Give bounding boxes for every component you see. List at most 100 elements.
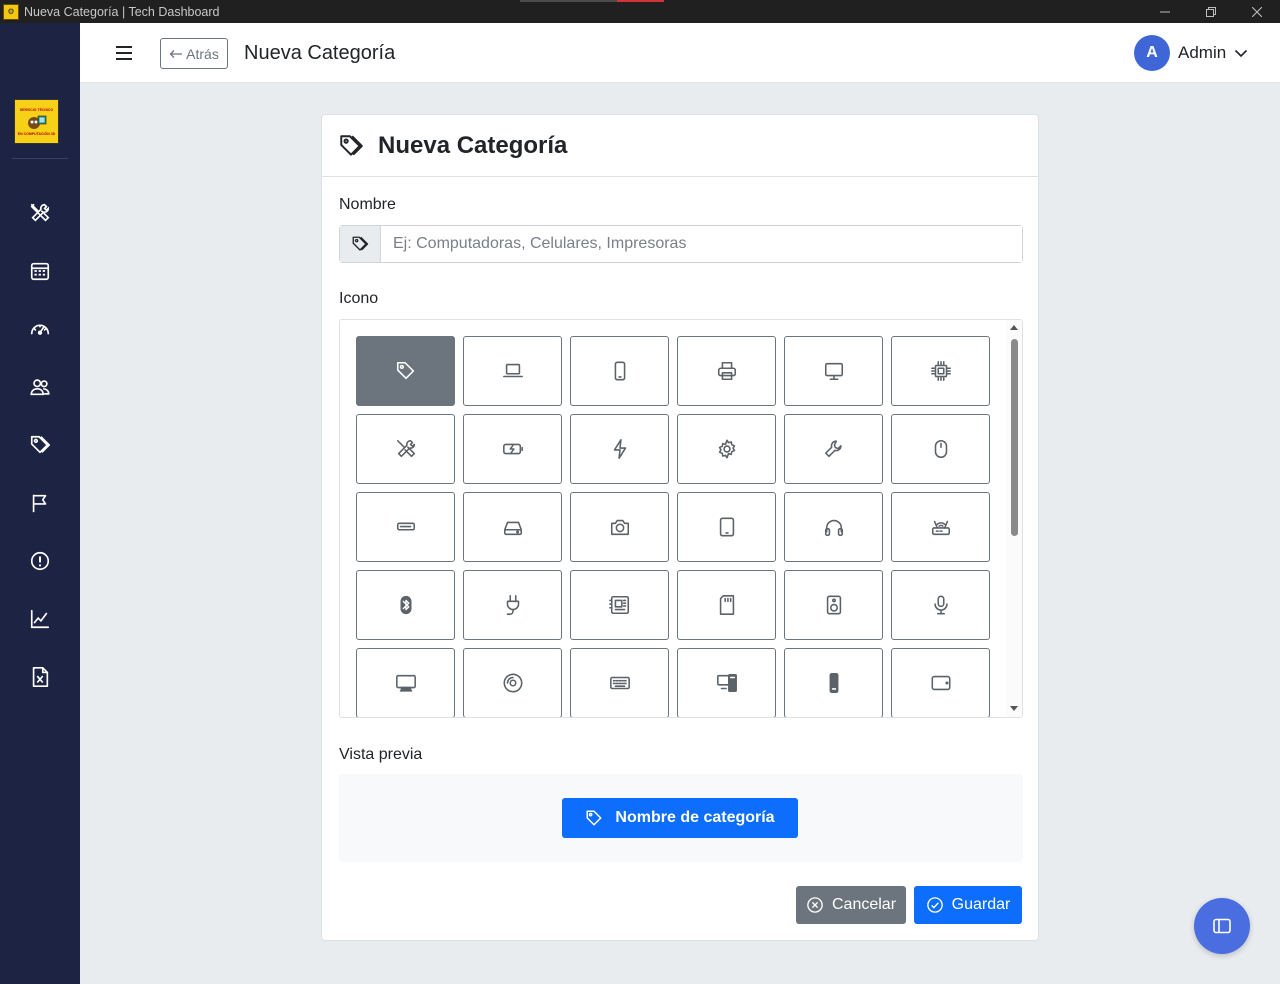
close-window-button[interactable]: [1234, 0, 1280, 23]
category-name-input[interactable]: [381, 226, 1022, 262]
wrench-icon: [824, 440, 842, 458]
icon-option-laptop[interactable]: [463, 336, 562, 406]
logo-line2: EN COMPUTACIÓN 3D: [17, 131, 56, 136]
disc-icon: [503, 673, 522, 693]
icon-option-disc[interactable]: [463, 648, 562, 717]
user-menu[interactable]: A Admin: [1134, 35, 1248, 71]
exclamation-circle-icon: [30, 551, 50, 571]
icon-option-motherboard[interactable]: [570, 570, 669, 640]
icon-option-plug[interactable]: [463, 570, 562, 640]
sidebar-item-flags[interactable]: [20, 483, 60, 523]
cancel-button[interactable]: Cancelar: [796, 886, 906, 924]
phone-landscape-icon: [829, 673, 838, 693]
cpu-icon: [930, 361, 951, 381]
icon-option-cpu[interactable]: [891, 336, 990, 406]
sidebar-item-people[interactable]: [20, 367, 60, 407]
speedometer-icon: [30, 324, 50, 335]
people-icon: [30, 379, 50, 396]
icon-option-hdd-stack[interactable]: [356, 492, 455, 562]
minimize-button[interactable]: [1142, 0, 1188, 23]
lightning-icon: [613, 439, 626, 459]
restore-button[interactable]: [1188, 0, 1234, 23]
icon-option-hdd[interactable]: [463, 492, 562, 562]
card-title: Nueva Categoría: [378, 131, 568, 159]
icon-option-bluetooth[interactable]: [356, 570, 455, 640]
sidebar-item-categories[interactable]: [20, 425, 60, 465]
arrow-left-icon: [169, 49, 183, 58]
icon-option-phone-landscape[interactable]: [784, 648, 883, 717]
icon-option-mouse[interactable]: [891, 414, 990, 484]
mouse-icon: [934, 439, 947, 459]
save-button[interactable]: Guardar: [914, 886, 1022, 924]
tags-icon: [30, 435, 50, 454]
icon-option-tablet[interactable]: [677, 492, 776, 562]
bluetooth-icon: [400, 595, 411, 615]
icon-option-tablet-landscape[interactable]: [891, 648, 990, 717]
flag-icon: [32, 494, 47, 513]
icon-option-gear[interactable]: [677, 414, 776, 484]
icon-option-pc-display[interactable]: [356, 648, 455, 717]
tag-icon: [586, 810, 602, 826]
icon-option-tag[interactable]: [356, 336, 455, 406]
sidebar-item-export[interactable]: [20, 657, 60, 697]
icon-option-tools[interactable]: [356, 414, 455, 484]
toggle-sidebar-button[interactable]: [1194, 898, 1250, 954]
icon-option-phone[interactable]: [570, 336, 669, 406]
card-header: Nueva Categoría: [322, 115, 1038, 177]
icon-picker-scrollbar[interactable]: [1006, 320, 1022, 717]
window-title: Nueva Categoría | Tech Dashboard: [24, 4, 220, 19]
cancel-button-label: Cancelar: [831, 896, 897, 913]
sidebar: SERVICIO TÉCNICO EN COMPUTACIÓN 3D: [0, 23, 80, 984]
restore-icon: [1206, 6, 1216, 17]
camera-icon: [610, 519, 629, 536]
icon-option-headphones[interactable]: [784, 492, 883, 562]
tools-icon: [30, 203, 50, 222]
back-button[interactable]: Atrás: [160, 38, 228, 69]
icon-option-router[interactable]: [891, 492, 990, 562]
scroll-up-arrow-icon[interactable]: [1010, 325, 1018, 330]
icon-option-devices[interactable]: [677, 648, 776, 717]
icon-option-wrench[interactable]: [784, 414, 883, 484]
speaker-icon: [826, 595, 841, 615]
sidebar-item-calendar[interactable]: [20, 251, 60, 291]
category-preview-badge: Nombre de categoría: [562, 798, 798, 838]
icon-option-camera[interactable]: [570, 492, 669, 562]
tag-icon: [396, 361, 414, 380]
app-logo-icon: ⚙: [3, 3, 19, 20]
sidebar-item-reports[interactable]: [20, 599, 60, 639]
tags-icon: [340, 134, 363, 156]
icon-option-mic[interactable]: [891, 570, 990, 640]
company-logo[interactable]: SERVICIO TÉCNICO EN COMPUTACIÓN 3D: [14, 99, 59, 144]
hamburger-menu-icon[interactable]: [114, 43, 134, 63]
scroll-thumb[interactable]: [1011, 339, 1018, 536]
name-input-group: [339, 225, 1023, 263]
preview-badge-label: Nombre de categoría: [615, 809, 775, 826]
sidebar-item-alerts[interactable]: [20, 541, 60, 581]
sidebar-item-tools[interactable]: [20, 193, 60, 233]
user-name: Admin: [1178, 43, 1227, 62]
headphones-icon: [824, 519, 843, 537]
preview-box: Nombre de categoría: [339, 774, 1023, 862]
motherboard-icon: [608, 595, 629, 615]
x-circle-icon: [807, 897, 823, 913]
save-button-label: Guardar: [951, 896, 1011, 913]
icon-option-display[interactable]: [784, 336, 883, 406]
scroll-down-arrow-icon[interactable]: [1010, 706, 1018, 711]
sidebar-item-dashboard[interactable]: [20, 309, 60, 349]
icon-option-lightning[interactable]: [570, 414, 669, 484]
icon-option-battery-charging[interactable]: [463, 414, 562, 484]
back-button-label: Atrás: [186, 45, 219, 62]
tags-icon: [352, 236, 369, 251]
icon-option-printer[interactable]: [677, 336, 776, 406]
chevron-down-icon: [1235, 49, 1248, 58]
icon-option-speaker[interactable]: [784, 570, 883, 640]
graph-up-icon: [30, 609, 50, 629]
avatar: A: [1134, 35, 1170, 71]
close-icon: [1252, 6, 1262, 17]
titlebar-accent-red: [617, 0, 664, 2]
icon-label: Icono: [339, 290, 379, 307]
tablet-landscape-icon: [931, 675, 950, 691]
icon-option-sd-card[interactable]: [677, 570, 776, 640]
window-titlebar: ⚙ Nueva Categoría | Tech Dashboard: [0, 0, 1280, 23]
icon-option-keyboard[interactable]: [570, 648, 669, 717]
